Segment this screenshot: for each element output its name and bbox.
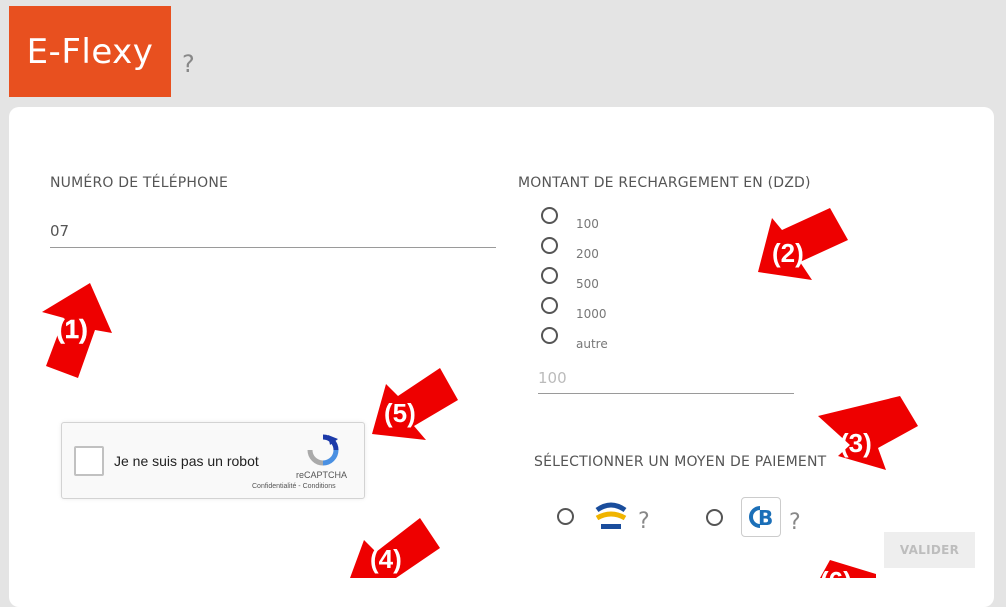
annotation-arrow-3: (3) [818,396,918,470]
annotation-label-1: (1) [56,314,88,344]
annotation-label-4: (4) [370,544,402,574]
annotation-arrow-4: (4) [350,518,440,578]
annotation-label-3: (3) [840,428,872,458]
annotation-label-5: (5) [384,398,416,428]
annotation-arrow-5: (5) [372,368,458,440]
annotation-arrow-1: (1) [42,283,112,378]
annotation-arrow-2: (2) [758,208,848,280]
annotation-label-2: (2) [772,238,804,268]
annotation-arrow-6: (6) [820,560,876,580]
annotation-overlay: (1) (2) (3) (4) (5) (6) [42,208,918,580]
annotation-label-6: (6) [820,566,852,580]
